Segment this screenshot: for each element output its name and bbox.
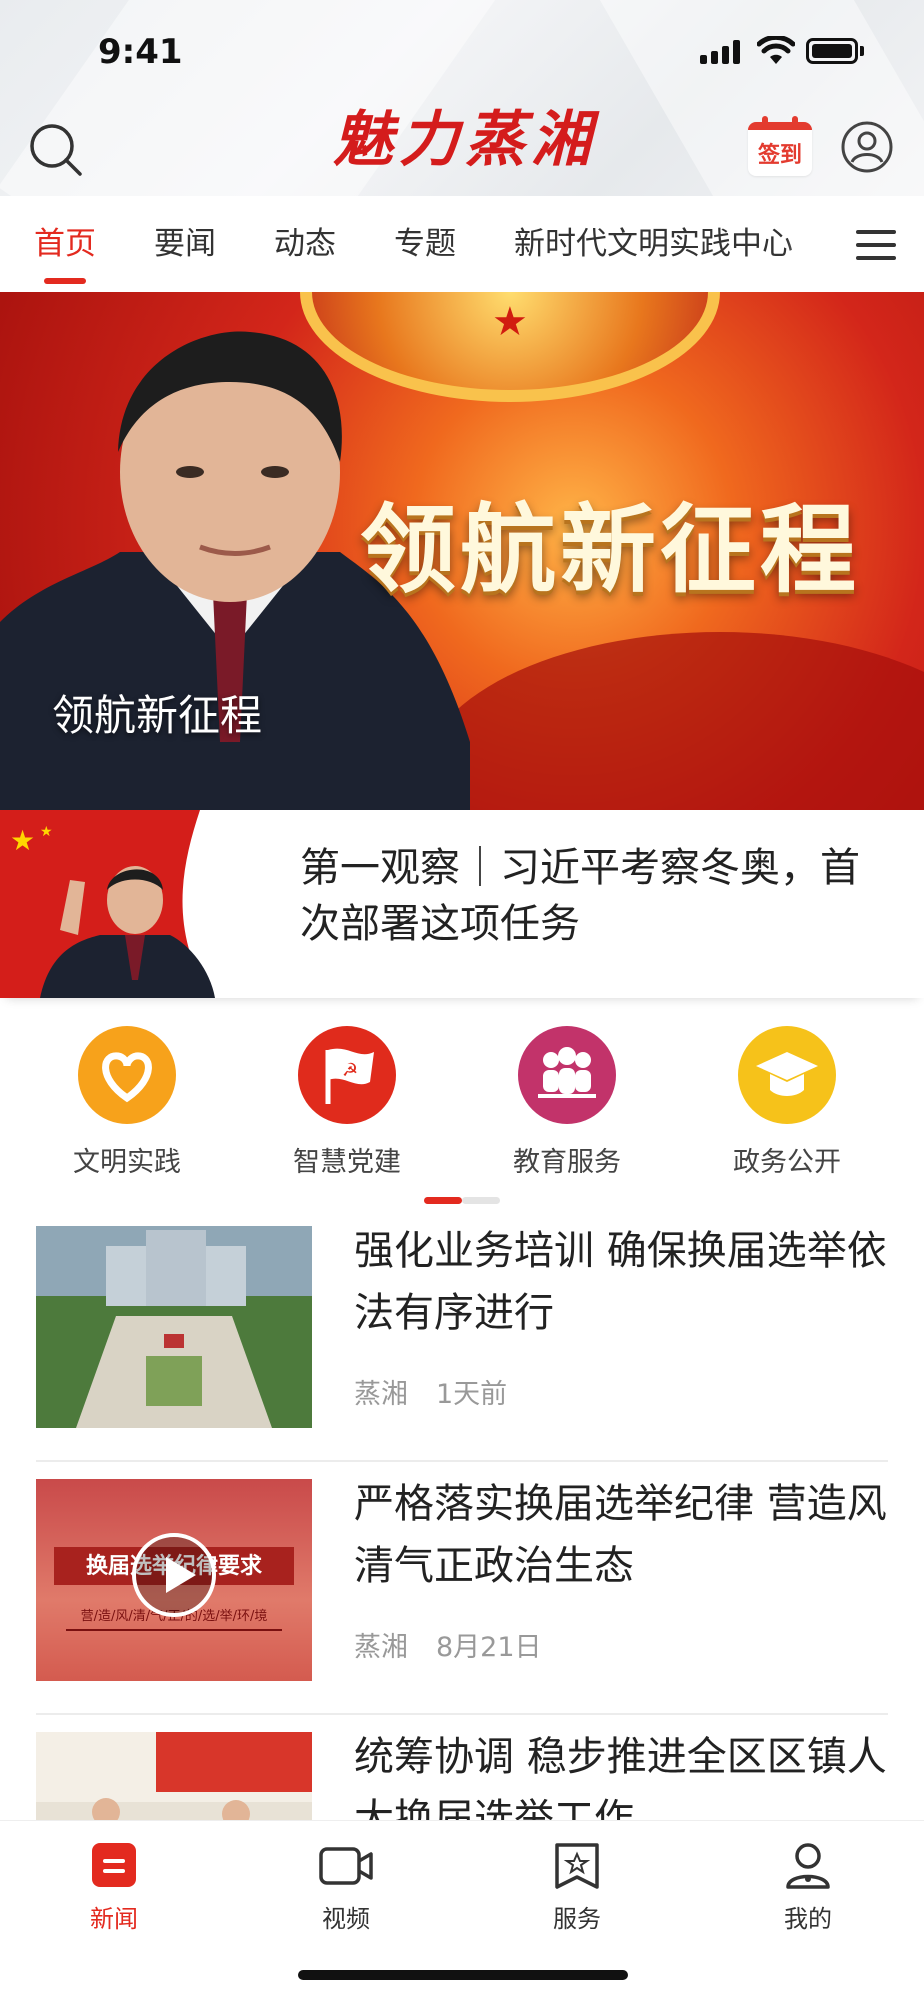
entry-label: 智慧党建 <box>293 1147 401 1178</box>
app-logo: 魅力蒸湘 <box>333 105 597 175</box>
graduation-cap-icon <box>738 1026 836 1124</box>
news-meta: 蒸湘 8月21日 <box>354 1625 542 1664</box>
tab-civilization-center[interactable]: 新时代文明实践中心 <box>514 196 793 292</box>
video-icon <box>319 1847 373 1885</box>
news-title: 强化业务培训 确保换届选举依法有序进行 <box>354 1228 887 1336</box>
entry-label: 政务公开 <box>733 1147 841 1178</box>
party-flag-icon: ☭ <box>298 1026 396 1124</box>
nav-label: 新闻 <box>90 1905 138 1933</box>
entry-label: 文明实践 <box>73 1147 181 1178</box>
profile-icon[interactable] <box>840 120 894 174</box>
tab-topics[interactable]: 专题 <box>394 196 456 292</box>
channel-tabs: 首页 要闻 动态 专题 新时代文明实践中心 <box>0 196 924 292</box>
news-item[interactable]: 强化业务培训 确保换届选举依法有序进行 蒸湘 1天前 <box>36 1210 888 1462</box>
news-title: 统筹协调 稳步推进全区区镇人大换届选举工作 <box>354 1734 887 1820</box>
news-thumbnail-image: 换届选举纪律要求 营/造/风/清/气/正/的/选/举/环/境 <box>36 1479 312 1681</box>
nav-label: 服务 <box>553 1905 601 1933</box>
tab-headlines[interactable]: 要闻 <box>154 196 216 292</box>
news-meta: 蒸湘 1天前 <box>354 1372 507 1411</box>
banner-caption: 领航新征程 <box>52 691 263 740</box>
quick-entries: 文明实践 ☭ 智慧党建 教育服务 政务公开 <box>0 1020 924 1180</box>
tabs-fade <box>786 196 846 292</box>
tab-updates[interactable]: 动态 <box>274 196 336 292</box>
entries-pager <box>424 1197 500 1204</box>
divider <box>36 1713 888 1715</box>
heart-icon <box>78 1026 176 1124</box>
banner-headline: 领航新征程 <box>360 494 860 606</box>
featured-story[interactable]: ★ ★ 第一观察｜习近平考察冬奥，首次部署这项任务 <box>0 810 924 998</box>
news-time: 8月21日 <box>436 1632 542 1663</box>
hero-banner[interactable]: 领航新征程 领航新征程 <box>0 292 924 810</box>
menu-icon[interactable] <box>856 230 896 262</box>
divider <box>36 1460 888 1462</box>
svg-text:★: ★ <box>10 824 35 857</box>
entry-government-affairs[interactable]: 政务公开 <box>687 1026 887 1178</box>
battery-icon <box>806 38 864 64</box>
featured-title: 第一观察｜习近平考察冬奥，首次部署这项任务 <box>300 845 860 947</box>
svg-text:★: ★ <box>40 824 53 840</box>
user-icon <box>786 1843 830 1889</box>
news-title: 严格落实换届选举纪律 营造风清气正政治生态 <box>354 1481 887 1589</box>
entry-civilization-practice[interactable]: 文明实践 <box>27 1026 227 1178</box>
news-icon <box>92 1843 136 1887</box>
news-item[interactable]: 换届选举纪律要求 营/造/风/清/气/正/的/选/举/环/境 严格落实换届选举纪… <box>36 1463 888 1715</box>
news-time: 1天前 <box>436 1379 508 1410</box>
app-header: 9:41 魅力蒸湘 签到 <box>0 0 924 196</box>
signin-button[interactable]: 签到 <box>748 116 812 176</box>
status-time: 9:41 <box>98 32 183 72</box>
news-source: 蒸湘 <box>354 1379 408 1410</box>
search-icon[interactable] <box>28 122 84 178</box>
home-indicator <box>298 1970 628 1980</box>
banner-wave <box>420 632 924 810</box>
news-thumbnail-image <box>36 1226 312 1428</box>
nav-video[interactable]: 视频 <box>276 1841 416 1934</box>
entry-education-service[interactable]: 教育服务 <box>467 1026 667 1178</box>
nav-label: 我的 <box>784 1905 832 1933</box>
wifi-icon <box>757 36 795 64</box>
news-item[interactable]: 统筹协调 稳步推进全区区镇人大换届选举工作 <box>36 1716 888 1820</box>
news-source: 蒸湘 <box>354 1632 408 1663</box>
nav-label: 视频 <box>322 1905 370 1933</box>
nav-news[interactable]: 新闻 <box>44 1841 184 1934</box>
entry-smart-party[interactable]: ☭ 智慧党建 <box>247 1026 447 1178</box>
news-thumbnail-image <box>36 1732 312 1820</box>
nav-service[interactable]: 服务 <box>507 1841 647 1934</box>
service-icon <box>555 1843 599 1889</box>
signin-label: 签到 <box>757 143 802 168</box>
people-icon <box>518 1026 616 1124</box>
entry-label: 教育服务 <box>513 1147 621 1178</box>
cellular-signal-icon <box>700 40 740 64</box>
play-button[interactable] <box>132 1533 216 1617</box>
status-bar: 9:41 <box>0 0 924 100</box>
nav-mine[interactable]: 我的 <box>738 1841 878 1934</box>
svg-text:☭: ☭ <box>342 1060 358 1081</box>
featured-thumbnail-image: ★ ★ <box>0 810 230 998</box>
tab-home[interactable]: 首页 <box>34 196 96 292</box>
